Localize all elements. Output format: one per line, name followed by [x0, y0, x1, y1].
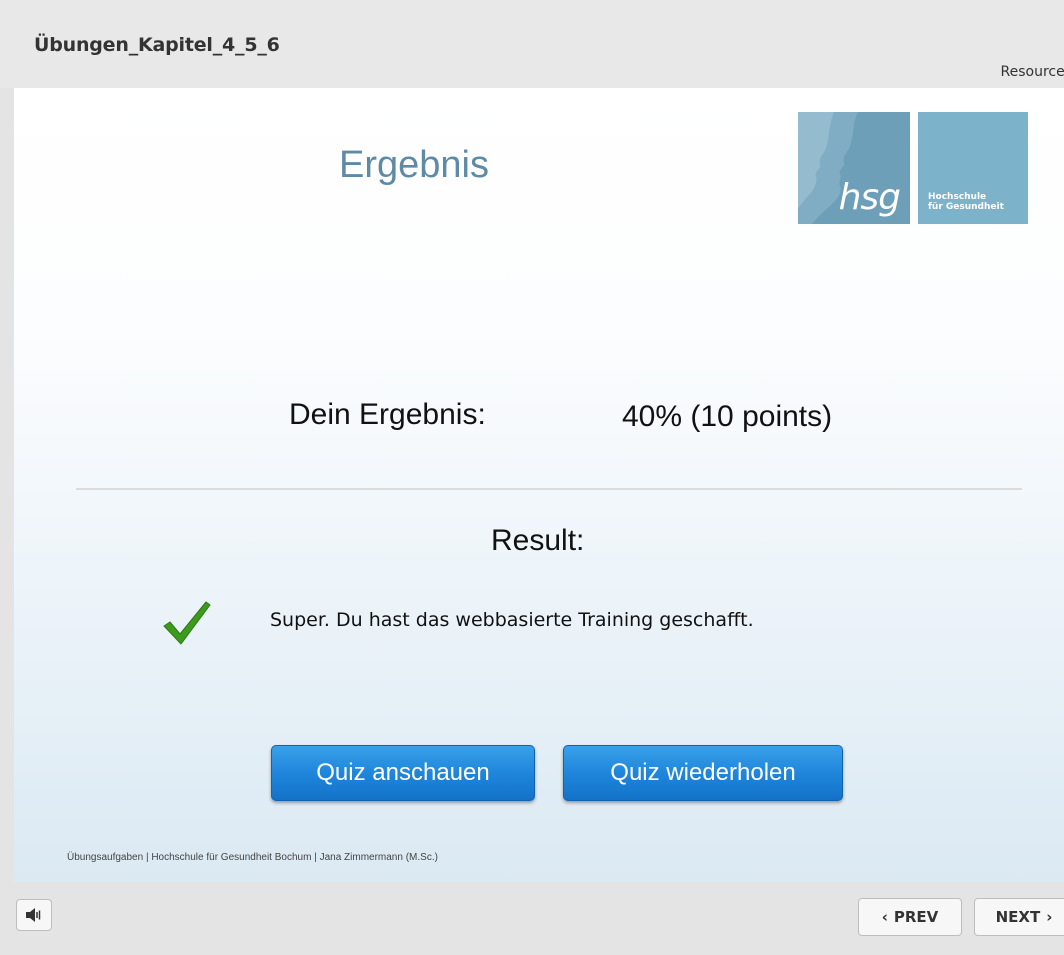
logo-institution-name: Hochschule für Gesundheit — [928, 192, 1004, 212]
logo-name-line-2: für Gesundheit — [928, 202, 1004, 212]
next-button[interactable]: NEXT › — [974, 898, 1064, 936]
result-label: Result: — [491, 524, 585, 557]
checkmark-icon — [163, 601, 211, 645]
prev-label: PREV — [893, 908, 939, 926]
review-quiz-button[interactable]: Quiz anschauen — [271, 745, 535, 801]
result-message: Super. Du hast das webbasierte Training … — [270, 609, 754, 631]
top-bar: Übungen_Kapitel_4_5_6 Resources — [0, 0, 1064, 88]
slide-title: Ergebnis — [339, 144, 489, 186]
slide-content: Ergebnis hsg Hochschule für Gesundheit D… — [14, 88, 1064, 882]
divider — [76, 488, 1022, 490]
chevron-left-icon: ‹ — [881, 908, 888, 926]
course-title: Übungen_Kapitel_4_5_6 — [34, 34, 280, 56]
hsg-logo: hsg Hochschule für Gesundheit — [798, 112, 1028, 224]
logo-name-panel: Hochschule für Gesundheit — [918, 112, 1028, 224]
logo-name-line-1: Hochschule — [928, 192, 987, 202]
score-label: Dein Ergebnis: — [289, 398, 486, 431]
next-label: NEXT — [995, 908, 1041, 926]
logo-hsg-text: hsg — [838, 177, 901, 218]
chevron-right-icon: › — [1046, 908, 1053, 926]
speaker-icon — [26, 908, 41, 922]
prev-button[interactable]: ‹ PREV — [858, 898, 962, 936]
slide-footer: Übungsaufgaben | Hochschule für Gesundhe… — [67, 852, 438, 863]
score-value: 40% (10 points) — [622, 400, 833, 433]
player-controls: ‹ PREV NEXT › — [0, 882, 1064, 955]
resources-link[interactable]: Resources — [1001, 64, 1064, 80]
logo-face-panel: hsg — [798, 112, 910, 224]
retry-quiz-button[interactable]: Quiz wiederholen — [563, 745, 843, 801]
audio-button[interactable] — [16, 899, 52, 931]
